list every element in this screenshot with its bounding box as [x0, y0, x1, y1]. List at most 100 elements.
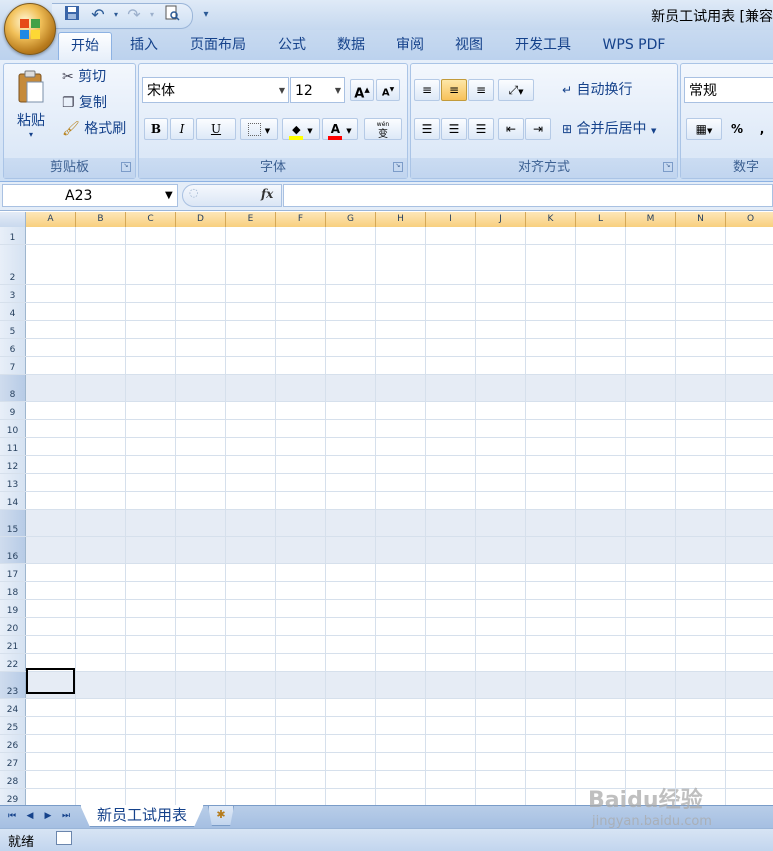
sheet-row[interactable]: 26 — [0, 735, 773, 753]
sheet-row[interactable]: 13 — [0, 474, 773, 492]
font-launcher-icon[interactable]: ↘ — [393, 162, 403, 172]
redo-icon[interactable]: ↷ — [124, 5, 144, 25]
sheet-row[interactable]: 12 — [0, 456, 773, 474]
align-top-button[interactable]: ≡ — [414, 79, 440, 101]
wrap-text-button[interactable]: ↵ 自动换行 — [562, 79, 633, 101]
column-header[interactable]: H — [376, 212, 426, 227]
sheet-row[interactable]: 19 — [0, 600, 773, 618]
sheet-row[interactable]: 7 — [0, 357, 773, 375]
row-header[interactable]: 13 — [0, 474, 26, 491]
align-middle-button[interactable]: ≡ — [441, 79, 467, 101]
row-header[interactable]: 12 — [0, 456, 26, 473]
sheet-row[interactable]: 18 — [0, 582, 773, 600]
border-button[interactable]: ▼ — [240, 118, 278, 140]
row-header[interactable]: 3 — [0, 285, 26, 302]
sheet-row[interactable]: 10 — [0, 420, 773, 438]
sheet-row[interactable]: 11 — [0, 438, 773, 456]
align-right-button[interactable]: ☰ — [468, 118, 494, 140]
sheet-row[interactable]: 23 — [0, 672, 773, 699]
active-cell[interactable] — [26, 668, 75, 694]
formula-input[interactable] — [283, 184, 773, 207]
row-header[interactable]: 10 — [0, 420, 26, 437]
office-button[interactable] — [4, 3, 56, 55]
column-header[interactable]: F — [276, 212, 326, 227]
row-header[interactable]: 28 — [0, 771, 26, 788]
row-header[interactable]: 20 — [0, 618, 26, 635]
undo-dropdown-icon[interactable]: ▾ — [106, 5, 126, 25]
clipboard-launcher-icon[interactable]: ↘ — [121, 162, 131, 172]
row-header[interactable]: 6 — [0, 339, 26, 356]
row-header[interactable]: 19 — [0, 600, 26, 617]
row-header[interactable]: 16 — [0, 537, 26, 563]
next-sheet-icon[interactable]: ▶ — [40, 808, 56, 824]
sheet-row[interactable]: 6 — [0, 339, 773, 357]
sheet-row[interactable]: 14 — [0, 492, 773, 510]
row-header[interactable]: 7 — [0, 357, 26, 374]
align-bottom-button[interactable]: ≡ — [468, 79, 494, 101]
row-header[interactable]: 22 — [0, 654, 26, 671]
grow-font-button[interactable]: A▲ — [350, 79, 374, 101]
sheet-row[interactable]: 4 — [0, 303, 773, 321]
sheet-row[interactable]: 24 — [0, 699, 773, 717]
decrease-indent-button[interactable]: ⇤ — [498, 118, 524, 140]
column-header[interactable]: N — [676, 212, 726, 227]
sheet-tab[interactable]: 新员工试用表 — [80, 805, 204, 827]
fill-color-button[interactable]: ◆ ▼ — [282, 118, 320, 140]
tab-home[interactable]: 开始 — [58, 32, 112, 60]
copy-button[interactable]: ❐ 复制 — [62, 92, 107, 114]
increase-indent-button[interactable]: ⇥ — [525, 118, 551, 140]
tab-wps-pdf[interactable]: WPS PDF — [594, 32, 674, 59]
row-header[interactable]: 15 — [0, 510, 26, 536]
select-all-button[interactable] — [0, 212, 26, 227]
cut-button[interactable]: ✂ 剪切 — [62, 66, 106, 88]
italic-button[interactable]: I — [170, 118, 194, 140]
column-header[interactable]: M — [626, 212, 676, 227]
row-header[interactable]: 25 — [0, 717, 26, 734]
row-header[interactable]: 9 — [0, 402, 26, 419]
sheet-row[interactable]: 2 — [0, 245, 773, 285]
font-name-select[interactable]: 宋体 ▼ — [142, 77, 289, 103]
sheet-row[interactable]: 25 — [0, 717, 773, 735]
column-header[interactable]: K — [526, 212, 576, 227]
font-color-button[interactable]: A ▼ — [322, 118, 358, 140]
column-header[interactable]: E — [226, 212, 276, 227]
format-painter-button[interactable]: 🖌 格式刷 — [62, 118, 126, 140]
row-header[interactable]: 23 — [0, 672, 26, 698]
row-header[interactable]: 4 — [0, 303, 26, 320]
underline-button[interactable]: U — [196, 118, 236, 140]
phonetic-guide-button[interactable]: wén 变 — [364, 118, 402, 140]
align-center-button[interactable]: ☰ — [441, 118, 467, 140]
row-header[interactable]: 18 — [0, 582, 26, 599]
sheet-row[interactable]: 15 — [0, 510, 773, 537]
row-header[interactable]: 8 — [0, 375, 26, 401]
row-header[interactable]: 27 — [0, 753, 26, 770]
prev-sheet-icon[interactable]: ◀ — [22, 808, 38, 824]
align-left-button[interactable]: ☰ — [414, 118, 440, 140]
sheet-row[interactable]: 8 — [0, 375, 773, 402]
row-header[interactable]: 21 — [0, 636, 26, 653]
sheet-row[interactable]: 3 — [0, 285, 773, 303]
column-header[interactable]: D — [176, 212, 226, 227]
column-header[interactable]: L — [576, 212, 626, 227]
column-header[interactable]: O — [726, 212, 773, 227]
percent-button[interactable]: % — [726, 118, 748, 140]
shrink-font-button[interactable]: A▼ — [376, 79, 400, 101]
save-icon[interactable] — [62, 5, 82, 25]
accounting-format-button[interactable]: ▦▼ — [686, 118, 722, 140]
orientation-button[interactable]: ⤢▼ — [498, 79, 534, 101]
row-header[interactable]: 14 — [0, 492, 26, 509]
column-header[interactable]: I — [426, 212, 476, 227]
sheet-row[interactable]: 1 — [0, 227, 773, 245]
worksheet-grid[interactable]: 1 2 3 4 5 6 7 8 9 10 11 12 13 14 15 16 17 18 19 20 21 22 23 24 2… — [0, 227, 773, 805]
number-format-select[interactable]: 常规 — [684, 77, 773, 103]
column-header[interactable]: A — [26, 212, 76, 227]
sheet-row[interactable]: 17 — [0, 564, 773, 582]
tab-developer[interactable]: 开发工具 — [504, 32, 582, 59]
tab-review[interactable]: 审阅 — [386, 32, 434, 59]
tab-insert[interactable]: 插入 — [120, 32, 168, 59]
row-header[interactable]: 26 — [0, 735, 26, 752]
tab-data[interactable]: 数据 — [326, 32, 376, 59]
sheet-row[interactable]: 5 — [0, 321, 773, 339]
insert-sheet-button[interactable]: ✱ — [208, 806, 234, 826]
column-header[interactable]: G — [326, 212, 376, 227]
